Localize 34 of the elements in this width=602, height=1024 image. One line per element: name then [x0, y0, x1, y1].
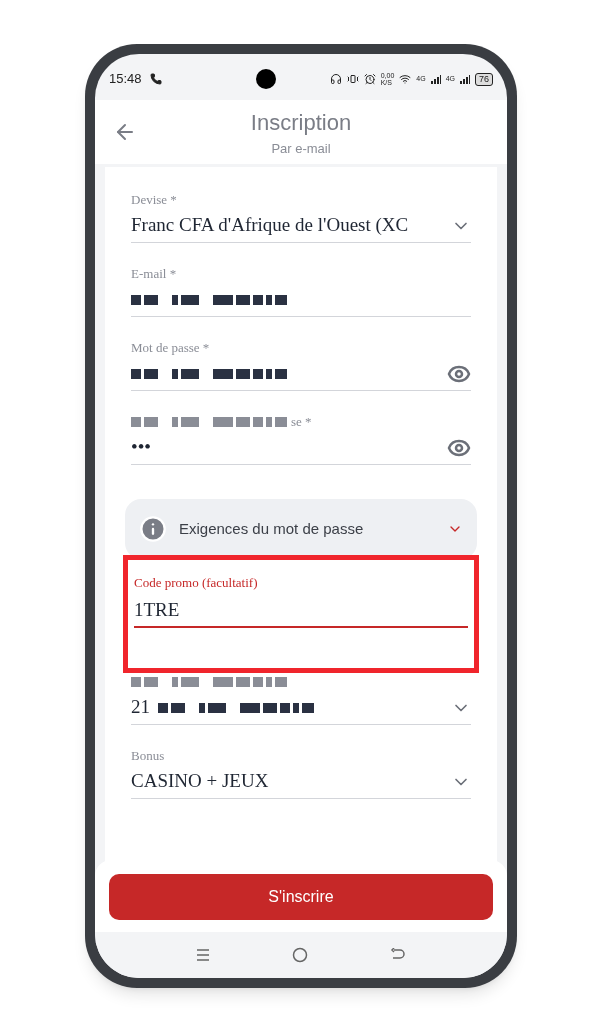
field-value: Franc CFA d'Afrique de l'Ouest (XC — [131, 213, 409, 238]
wifi-icon — [399, 73, 412, 85]
camera-hole — [255, 69, 276, 89]
input-field[interactable]: 1TRE — [134, 594, 468, 628]
info-panel-label: Exigences du mot de passe — [179, 518, 365, 539]
headphones-icon — [329, 73, 342, 85]
phone-icon — [149, 73, 162, 85]
select-field[interactable]: 21 — [131, 691, 471, 725]
page-subtitle: Par e-mail — [271, 139, 331, 158]
field-label: E-mail * — [131, 265, 177, 284]
field-label: Mot de passe * — [131, 339, 210, 358]
vibrate-icon — [346, 73, 359, 85]
field-label: Devise * — [131, 191, 177, 210]
page-title: Inscription — [250, 108, 352, 137]
menu-icon[interactable] — [196, 948, 210, 962]
signup-button[interactable]: S'inscrire — [109, 874, 493, 920]
back-icon[interactable] — [390, 948, 406, 962]
field-label: Code promo (facultatif) — [134, 575, 258, 590]
info-icon — [139, 515, 167, 543]
field-label: Bonus — [131, 747, 165, 766]
field-value: ••• — [131, 435, 151, 460]
field-label: se * — [291, 413, 312, 432]
alarm-icon — [363, 73, 376, 85]
input-field[interactable]: ••• — [131, 431, 471, 465]
status-time: 15:48 — [109, 70, 142, 89]
home-icon[interactable] — [292, 947, 308, 963]
signal-icon — [460, 74, 470, 84]
signal-icon — [430, 74, 441, 84]
field-value: 21 — [131, 695, 150, 720]
field-value: 1TRE — [134, 597, 180, 622]
battery-indicator: 76 — [475, 72, 493, 86]
select-field[interactable]: Franc CFA d'Afrique de l'Ouest (XC — [131, 209, 471, 243]
select-field[interactable]: CASINO + JEUX — [131, 765, 471, 799]
field-value: CASINO + JEUX — [131, 769, 269, 794]
